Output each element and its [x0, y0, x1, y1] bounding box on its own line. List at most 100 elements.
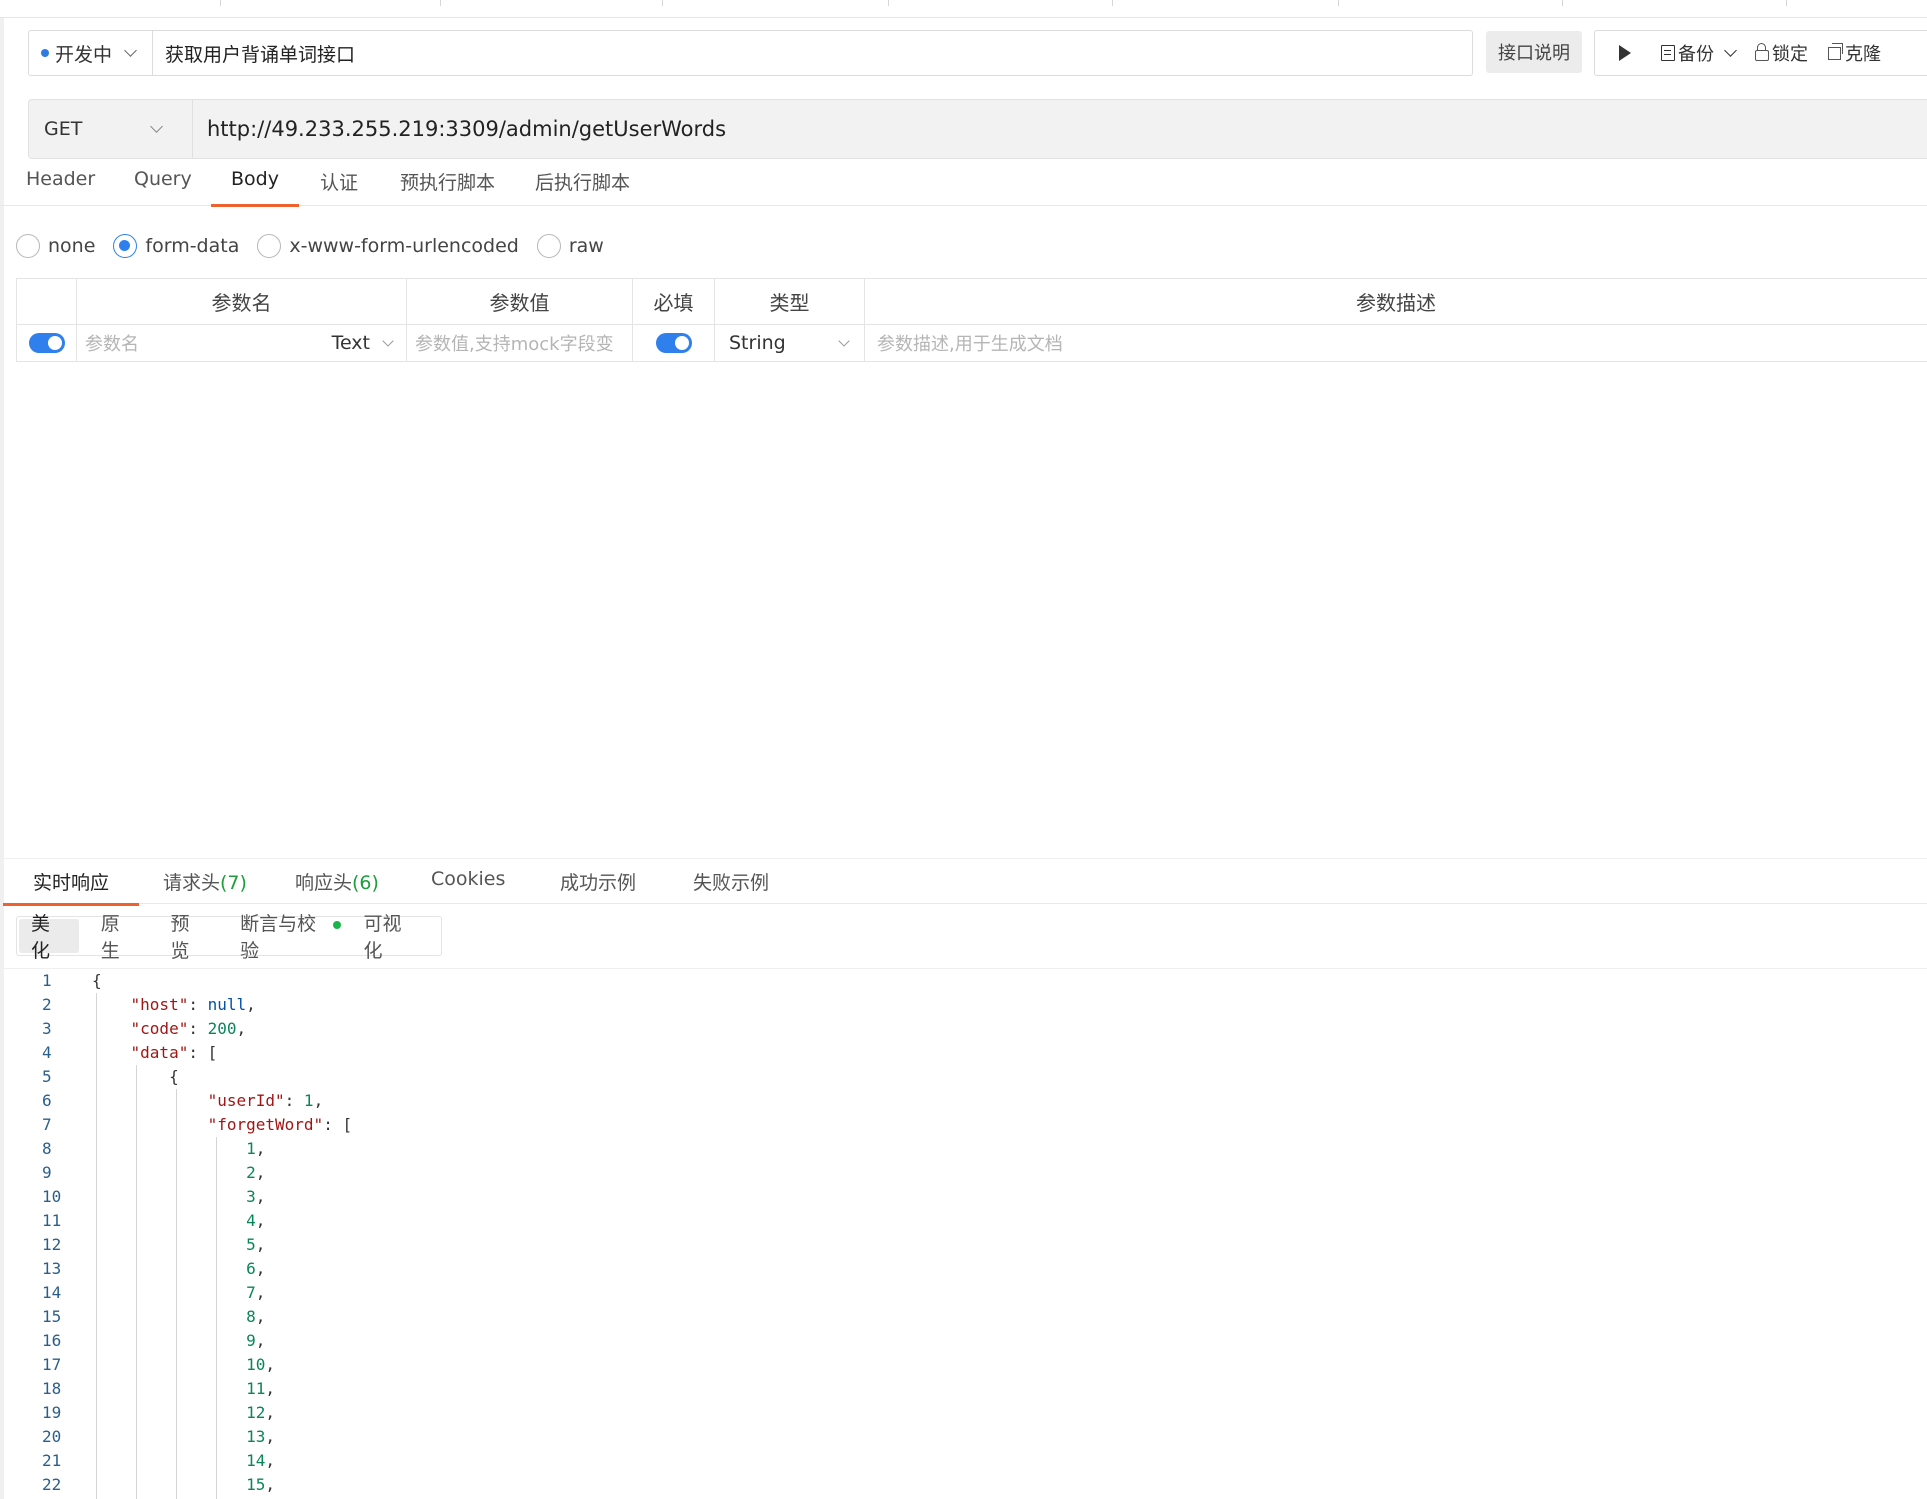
view-tab-visualize[interactable]: 可视化	[351, 913, 429, 962]
code-line: {	[92, 971, 102, 990]
code-line: 8,	[246, 1307, 266, 1326]
tab-failure-example[interactable]: 失败示例	[693, 868, 769, 905]
required-toggle[interactable]	[655, 333, 692, 353]
line-number: 13	[42, 1259, 62, 1278]
code-line: 6,	[246, 1259, 266, 1278]
code-line: 3,	[246, 1187, 266, 1206]
play-icon[interactable]	[1619, 45, 1631, 61]
status-select[interactable]: 开发中	[28, 30, 152, 76]
radio-checked-icon[interactable]	[113, 234, 138, 258]
tab-cookies[interactable]: Cookies	[431, 868, 505, 905]
tab-success-example[interactable]: 成功示例	[560, 868, 636, 905]
tab-live-response[interactable]: 实时响应	[3, 868, 140, 906]
radio-form-data[interactable]: form-data	[113, 234, 239, 258]
header-cell-value: 参数值	[407, 279, 633, 324]
tab-response-headers[interactable]: 响应头(6)	[295, 868, 379, 905]
code-content: { "host": null, "code": 200, "data": [ {…	[92, 969, 352, 1497]
line-number: 22	[42, 1475, 62, 1494]
radio-circle-icon[interactable]	[16, 234, 40, 258]
code-line: "userId": 1,	[207, 1091, 324, 1110]
active-tab-underline	[211, 204, 299, 207]
radio-circle-icon[interactable]	[257, 234, 282, 258]
header-cell-name: 参数名	[77, 279, 407, 324]
code-line: 11,	[246, 1379, 276, 1398]
code-line: 15,	[246, 1475, 276, 1494]
view-tab-preview[interactable]: 预览	[158, 913, 218, 962]
response-code-editor[interactable]: 1 2 3 4 5 6 7 8 9 10 11 12 13 14 15 16 17 18 19 20 21 22 { "h…	[4, 968, 1927, 1499]
tab-body[interactable]: Body	[211, 168, 299, 207]
radio-raw[interactable]: raw	[536, 234, 604, 258]
code-line: "host": null,	[130, 995, 256, 1014]
view-tab-pretty[interactable]: 美化	[19, 913, 79, 962]
line-number: 15	[42, 1307, 62, 1326]
status-label: 开发中	[55, 43, 113, 66]
chevron-down-icon[interactable]	[1724, 44, 1737, 57]
chevron-down-icon	[838, 335, 850, 347]
chevron-down-icon	[382, 334, 394, 347]
radio-none[interactable]: none	[16, 234, 95, 258]
line-number: 16	[42, 1331, 62, 1350]
url-input[interactable]: http://49.233.255.219:3309/admin/getUser…	[193, 100, 1927, 158]
code-line: 2,	[246, 1163, 266, 1182]
method-select[interactable]: GET	[29, 100, 193, 158]
line-number: 12	[42, 1235, 62, 1254]
code-line: 12,	[246, 1403, 276, 1422]
tab-post-script[interactable]: 后执行脚本	[535, 168, 630, 206]
line-number: 7	[42, 1115, 52, 1134]
backup-button[interactable]: 备份	[1661, 40, 1737, 66]
line-number: 21	[42, 1451, 62, 1470]
clone-icon	[1828, 42, 1843, 60]
radio-urlencoded[interactable]: x-www-form-urlencoded	[257, 234, 519, 258]
view-tab-assert[interactable]: 断言与校验	[228, 913, 342, 962]
line-number: 5	[42, 1067, 52, 1086]
response-tabs: 实时响应 请求头(7) 响应头(6) Cookies 成功示例 失败示例	[3, 858, 1927, 906]
header-cell-required: 必填	[633, 279, 715, 324]
param-value-input[interactable]: 参数值,支持mock字段变	[407, 330, 614, 356]
response-view-tabs: 美化 原生 预览 断言与校验 可视化	[16, 913, 442, 962]
tab-header[interactable]: Header	[26, 168, 95, 206]
line-number: 20	[42, 1427, 62, 1446]
lock-label: 锁定	[1772, 44, 1808, 65]
tab-pre-script[interactable]: 预执行脚本	[400, 168, 495, 206]
action-group: 备份 锁定 克隆	[1594, 30, 1927, 76]
view-tab-raw[interactable]: 原生	[89, 913, 149, 962]
lock-icon	[1755, 43, 1769, 61]
param-name-input[interactable]: 参数名	[77, 330, 139, 356]
request-tabs: Header Query Body 认证 预执行脚本 后执行脚本	[0, 160, 1927, 207]
top-tab-strip	[0, 0, 1927, 18]
code-line: "data": [	[130, 1043, 218, 1062]
lock-button[interactable]: 锁定	[1755, 40, 1808, 66]
status-dot-icon	[41, 49, 49, 57]
type-select[interactable]: String	[715, 325, 865, 361]
backup-label: 备份	[1678, 44, 1714, 65]
tab-request-headers[interactable]: 请求头(7)	[163, 868, 247, 905]
enable-toggle[interactable]	[28, 333, 65, 353]
chevron-down-icon	[150, 120, 164, 133]
line-number: 10	[42, 1187, 62, 1206]
header-cell-toggle	[16, 279, 77, 324]
body-type-radios: none form-data x-www-form-urlencoded raw	[16, 232, 622, 260]
status-dot-icon	[333, 921, 342, 929]
line-number: 3	[42, 1019, 52, 1038]
required-cell	[633, 325, 715, 361]
code-line: 4,	[246, 1211, 266, 1230]
field-type-select[interactable]: Text	[332, 332, 394, 354]
line-number: 14	[42, 1283, 62, 1302]
code-line: "code": 200,	[130, 1019, 247, 1038]
method-label: GET	[44, 118, 83, 140]
code-line: "forgetWord": [	[207, 1115, 353, 1134]
tab-query[interactable]: Query	[134, 168, 192, 206]
tab-auth[interactable]: 认证	[320, 168, 358, 206]
line-number: 19	[42, 1403, 62, 1422]
enable-cell	[16, 325, 77, 361]
value-cell: 参数值,支持mock字段变	[407, 325, 633, 361]
radio-circle-icon[interactable]	[536, 234, 561, 258]
api-doc-button[interactable]: 接口说明	[1486, 31, 1582, 73]
param-desc-input[interactable]: 参数描述,用于生成文档	[865, 330, 1063, 356]
line-number: 1	[42, 971, 52, 990]
code-line: 1,	[246, 1139, 266, 1158]
api-title-row: 开发中 获取用户背诵单词接口	[28, 30, 1473, 76]
clone-button[interactable]: 克隆	[1828, 40, 1881, 66]
api-name-input[interactable]: 获取用户背诵单词接口	[152, 30, 1473, 76]
line-number: 9	[42, 1163, 52, 1182]
